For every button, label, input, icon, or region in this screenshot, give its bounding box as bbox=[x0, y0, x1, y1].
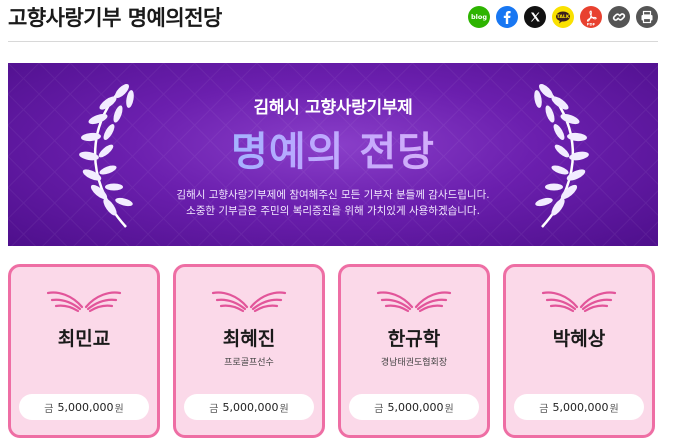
amount-value: 5,000,000 bbox=[222, 400, 279, 414]
facebook-share-button[interactable] bbox=[496, 6, 518, 28]
amount-value: 5,000,000 bbox=[552, 400, 609, 414]
donation-amount: 금 5,000,000 원 bbox=[19, 394, 149, 420]
x-icon bbox=[530, 12, 540, 22]
wings-icon bbox=[46, 291, 122, 313]
donor-role: 프로골프선수 bbox=[224, 358, 274, 368]
facebook-icon bbox=[503, 11, 511, 24]
amount-unit: 원 bbox=[444, 403, 454, 415]
print-icon bbox=[641, 10, 653, 24]
amount-value: 5,000,000 bbox=[57, 400, 114, 414]
donation-amount: 금 5,000,000 원 bbox=[349, 394, 479, 420]
wings-icon bbox=[211, 291, 287, 313]
wings-icon bbox=[541, 291, 617, 313]
donor-card: 박혜상 금 5,000,000 원 bbox=[503, 264, 655, 438]
pdf-label: PDF bbox=[587, 22, 596, 27]
donor-name: 박혜상 bbox=[552, 328, 606, 350]
wings-icon bbox=[376, 291, 452, 313]
kakaotalk-label: TALK bbox=[557, 14, 570, 20]
amount-unit: 원 bbox=[279, 403, 289, 415]
kakaotalk-icon: TALK bbox=[556, 11, 570, 24]
hall-of-fame-banner: 김해시 고향사랑기부제 명예의 전당 김해시 고향사랑기부제에 참여해주신 모든… bbox=[8, 63, 658, 246]
donor-name: 최혜진 bbox=[222, 328, 276, 350]
pdf-icon: PDF bbox=[587, 10, 597, 27]
donation-amount: 금 5,000,000 원 bbox=[184, 394, 314, 420]
amount-prefix: 금 bbox=[209, 403, 219, 415]
banner-pledge-text: 소중한 기부금은 주민의 복리증진을 위해 가치있게 사용하겠습니다. bbox=[186, 205, 480, 217]
amount-value: 5,000,000 bbox=[387, 400, 444, 414]
donor-name: 한규학 bbox=[387, 328, 441, 350]
banner-subtitle: 김해시 고향사랑기부제 bbox=[253, 98, 413, 118]
share-toolbar: blog TALK PDF bbox=[468, 6, 658, 28]
amount-prefix: 금 bbox=[44, 403, 54, 415]
page-header: 고향사랑기부 명예의전당 blog TALK PDF bbox=[0, 0, 680, 42]
donor-card: 한규학 경남태권도협회장 금 5,000,000 원 bbox=[338, 264, 490, 438]
page-title: 고향사랑기부 명예의전당 bbox=[8, 6, 222, 30]
print-button[interactable] bbox=[636, 6, 658, 28]
kakaotalk-share-button[interactable]: TALK bbox=[552, 6, 574, 28]
donor-card: 최민교 금 5,000,000 원 bbox=[8, 264, 160, 438]
donor-name: 최민교 bbox=[57, 328, 111, 350]
banner-thanks-text: 김해시 고향사랑기부제에 참여해주신 모든 기부자 분들께 감사드립니다. bbox=[176, 189, 490, 201]
amount-unit: 원 bbox=[609, 403, 619, 415]
blog-icon: blog bbox=[471, 13, 487, 21]
amount-prefix: 금 bbox=[539, 403, 549, 415]
blog-share-button[interactable]: blog bbox=[468, 6, 490, 28]
donor-card: 최혜진 프로골프선수 금 5,000,000 원 bbox=[173, 264, 325, 438]
header-divider bbox=[8, 41, 658, 42]
link-icon bbox=[612, 13, 626, 21]
donor-card-list: 최민교 금 5,000,000 원 최혜진 프로골프선수 금 5,000,000… bbox=[8, 264, 658, 439]
copy-link-button[interactable] bbox=[608, 6, 630, 28]
amount-prefix: 금 bbox=[374, 403, 384, 415]
donor-role: 경남태권도협회장 bbox=[380, 358, 448, 368]
x-share-button[interactable] bbox=[524, 6, 546, 28]
banner-title: 명예의 전당 bbox=[8, 119, 658, 177]
donation-amount: 금 5,000,000 원 bbox=[514, 394, 644, 420]
amount-unit: 원 bbox=[114, 403, 124, 415]
pdf-share-button[interactable]: PDF bbox=[580, 6, 602, 28]
